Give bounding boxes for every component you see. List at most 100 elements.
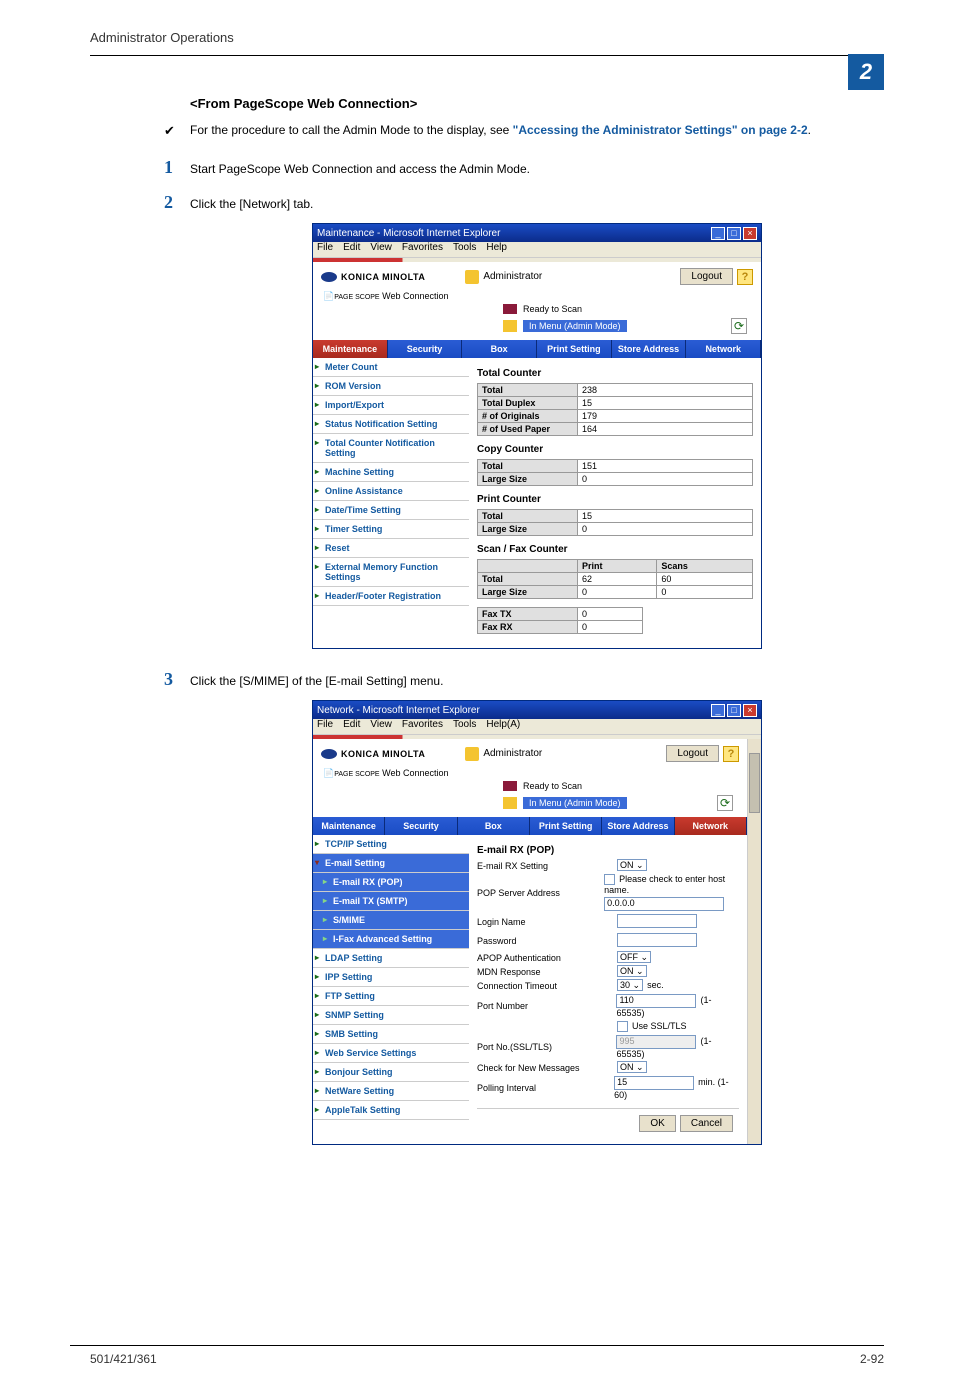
help-icon[interactable]: ? [737,269,753,285]
sidebar-item[interactable]: Machine Setting [313,463,469,482]
refresh-icon[interactable]: ⟳ [717,795,733,811]
refresh-icon[interactable]: ⟳ [731,318,747,334]
ie-menu-item[interactable]: Favorites [402,719,443,734]
logout-button[interactable]: Logout [680,268,733,285]
maximize-icon[interactable]: □ [727,227,741,240]
sidebar-item[interactable]: Timer Setting [313,520,469,539]
ie-menu-item[interactable]: View [370,242,392,257]
form-select[interactable]: OFF ⌄ [617,951,651,963]
sidebar-item[interactable]: Import/Export [313,396,469,415]
counter-label: Total [478,384,578,397]
ie-menu-item[interactable]: Edit [343,719,360,734]
close-icon[interactable]: × [743,704,757,717]
sidebar-item[interactable]: Status Notification Setting [313,415,469,434]
form-select[interactable]: 30 ⌄ [617,979,643,991]
sidebar-item[interactable]: AppleTalk Setting [313,1101,469,1120]
ie-menu-item[interactable]: Help [486,242,507,257]
ie-menubar[interactable]: File Edit View Favorites Tools Help [313,242,761,258]
brand-name: KONICA MINOLTA [341,749,425,759]
nav-tab[interactable]: Security [388,340,463,358]
nav-tab[interactable]: Box [458,817,530,835]
screenshot-network: Network - Microsoft Internet Explorer _ … [312,700,762,1145]
cancel-button[interactable]: Cancel [680,1115,733,1132]
sidebar-item[interactable]: LDAP Setting [313,949,469,968]
nav-tab[interactable]: Network [686,340,761,358]
form-select[interactable]: ON ⌄ [617,1061,647,1073]
sidebar-item[interactable]: Reset [313,539,469,558]
ie-menu-item[interactable]: Edit [343,242,360,257]
sidebar-item[interactable]: ROM Version [313,377,469,396]
footer-page-num: 2-92 [860,1352,884,1366]
sidebar-item[interactable]: Web Service Settings [313,1044,469,1063]
ie-menu-item[interactable]: File [317,242,333,257]
counter-value: 15 [578,397,753,410]
admin-user-icon [465,747,479,761]
counter-label: Fax RX [478,621,578,634]
footer-model: 501/421/361 [90,1352,157,1366]
close-icon[interactable]: × [743,227,757,240]
form-select[interactable]: ON ⌄ [617,965,647,977]
form-checkbox[interactable] [604,874,615,885]
sidebar-item[interactable]: E-mail TX (SMTP) [313,892,469,911]
sidebar-item[interactable]: SMB Setting [313,1025,469,1044]
logout-button[interactable]: Logout [666,745,719,762]
step-number: 3 [164,669,190,690]
step-number: 2 [164,192,190,213]
printer-status-icon [503,781,517,791]
sidebar-item[interactable]: IPP Setting [313,968,469,987]
counter-label: Large Size [478,473,578,486]
form-input[interactable] [617,914,697,928]
nav-tab[interactable]: Print Setting [530,817,602,835]
nav-tab[interactable]: Box [462,340,537,358]
sidebar-item[interactable]: SNMP Setting [313,1006,469,1025]
sidebar-item[interactable]: External Memory Function Settings [313,558,469,587]
maximize-icon[interactable]: □ [727,704,741,717]
nav-tab[interactable]: Maintenance [313,340,388,358]
ok-button[interactable]: OK [639,1115,675,1132]
sidebar-item[interactable]: Total Counter Notification Setting [313,434,469,463]
sidebar-item[interactable]: E-mail RX (POP) [313,873,469,892]
ie-menu-item[interactable]: Tools [453,242,476,257]
ie-menu-item[interactable]: View [370,719,392,734]
form-input[interactable]: 0.0.0.0 [604,897,724,911]
sidebar-item[interactable]: TCP/IP Setting [313,835,469,854]
sidebar-item[interactable]: Meter Count [313,358,469,377]
sidebar-item[interactable]: I-Fax Advanced Setting [313,930,469,949]
nav-tab[interactable]: Security [385,817,457,835]
sidebar-item[interactable]: Bonjour Setting [313,1063,469,1082]
counter-label: Total [478,573,578,586]
form-input[interactable]: 15 [614,1076,694,1090]
ie-menu-item[interactable]: Favorites [402,242,443,257]
sidebar-item[interactable]: E-mail Setting [313,854,469,873]
vertical-scrollbar[interactable] [747,739,761,1144]
minimize-icon[interactable]: _ [711,227,725,240]
sidebar-item[interactable]: Date/Time Setting [313,501,469,520]
form-checkbox[interactable] [617,1021,628,1032]
nav-tab[interactable]: Print Setting [537,340,612,358]
sidebar-item[interactable]: Online Assistance [313,482,469,501]
counter-label: # of Used Paper [478,423,578,436]
sidebar-item[interactable]: S/MIME [313,911,469,930]
counter-label: Total [478,460,578,473]
sidebar-item[interactable]: Header/Footer Registration [313,587,469,606]
counter-value: 62 [578,573,657,586]
nav-tab[interactable]: Store Address [602,817,674,835]
counter-label: # of Originals [478,410,578,423]
ie-menubar[interactable]: File Edit View Favorites Tools Help(A) [313,719,761,735]
form-input[interactable] [617,933,697,947]
counter-section-heading: Copy Counter [477,444,753,455]
nav-tab[interactable]: Maintenance [313,817,385,835]
ie-menu-item[interactable]: File [317,719,333,734]
nav-tab[interactable]: Store Address [612,340,687,358]
help-icon[interactable]: ? [723,746,739,762]
ie-menu-item[interactable]: Help(A) [486,719,520,734]
ie-menu-item[interactable]: Tools [453,719,476,734]
form-select[interactable]: ON ⌄ [617,859,647,871]
nav-tab[interactable]: Network [675,817,747,835]
minimize-icon[interactable]: _ [711,704,725,717]
form-input[interactable]: 110 [616,994,696,1008]
sidebar-item[interactable]: FTP Setting [313,987,469,1006]
sidebar-item[interactable]: NetWare Setting [313,1082,469,1101]
table-header [478,560,578,573]
link-accessing-admin[interactable]: "Accessing the Administrator Settings" o… [513,123,808,137]
